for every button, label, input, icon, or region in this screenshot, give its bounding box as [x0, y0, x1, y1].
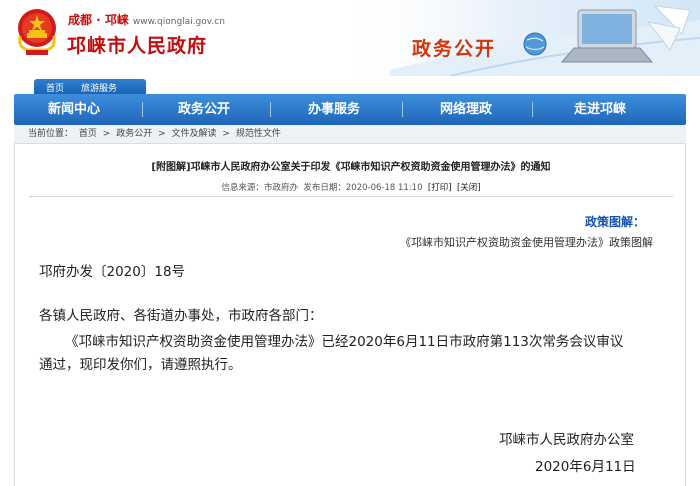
nav-about-qionglai[interactable]: 走进邛崃	[536, 94, 664, 125]
article-meta: 信息来源：市政府办 发布日期：2020-06-18 11:10 [打印] [关闭…	[15, 181, 687, 193]
body-paragraph-line-2: 通过，现印发你们，请遵照执行。	[39, 357, 242, 373]
sub-tab-bar: 首页 旅游服务	[0, 76, 700, 94]
nav-news-center[interactable]: 新闻中心	[14, 94, 134, 125]
subtab-home[interactable]: 首页	[46, 81, 64, 94]
nav-divider	[142, 102, 143, 117]
signature-org: 邛崃市人民政府办公室	[499, 432, 634, 448]
banner-title: 政务公开	[412, 38, 497, 60]
national-emblem-icon	[18, 9, 56, 55]
article-content: [附图解]邛崃市人民政府办公室关于印发《邛崃市知识产权资助资金使用管理办法》的通…	[14, 144, 686, 486]
nav-divider	[532, 102, 533, 117]
subtab-tourism[interactable]: 旅游服务	[81, 81, 117, 94]
recipients: 各镇人民政府、各街道办事处，市政府各部门：	[39, 308, 323, 324]
breadcrumb-separator: >	[158, 129, 166, 139]
breadcrumb-documents[interactable]: 文件及解读	[172, 129, 217, 139]
nav-online-governance[interactable]: 网络理政	[404, 94, 528, 125]
policy-graphic-link[interactable]: 《邛崃市知识产权资助资金使用管理办法》政策图解	[400, 234, 653, 250]
nav-divider	[402, 102, 403, 117]
divider	[29, 196, 673, 197]
document-number: 邛府办发〔2020〕18号	[39, 264, 186, 280]
print-link[interactable]: [打印]	[428, 183, 452, 193]
nav-divider	[270, 102, 271, 117]
body-paragraph-line-1: 《邛崃市知识产权资助资金使用管理办法》已经2020年6月11日市政府第113次常…	[65, 334, 624, 350]
nav-government-affairs[interactable]: 政务公开	[144, 94, 264, 125]
breadcrumb: 当前位置： 首页 > 政务公开 > 文件及解读 > 规范性文件	[14, 125, 686, 144]
banner-decoration	[330, 0, 700, 76]
site-title[interactable]: 邛崃市人民政府	[67, 31, 207, 58]
date-label: 发布日期：	[303, 183, 346, 193]
source-value: 市政府办	[263, 183, 298, 193]
publish-date: 2020-06-18 11:10	[345, 183, 423, 193]
site-header: 成都 · 邛崃 www.qionglai.gov.cn 邛崃市人民政府 政务公开	[0, 0, 700, 76]
breadcrumb-separator: >	[222, 129, 230, 139]
main-nav: 新闻中心 政务公开 办事服务 网络理政 走进邛崃	[14, 94, 686, 125]
site-url: www.qionglai.gov.cn	[132, 17, 225, 27]
breadcrumb-normative-files[interactable]: 规范性文件	[236, 129, 281, 139]
breadcrumb-government-affairs[interactable]: 政务公开	[116, 129, 152, 139]
nav-services[interactable]: 办事服务	[272, 94, 396, 125]
breadcrumb-separator: >	[102, 129, 111, 139]
policy-graphic-label: 政策图解：	[584, 215, 645, 229]
close-link[interactable]: [关闭]	[457, 183, 481, 193]
source-label: 信息来源：	[221, 183, 264, 193]
signature-date: 2020年6月11日	[535, 459, 636, 475]
article-title: [附图解]邛崃市人民政府办公室关于印发《邛崃市知识产权资助资金使用管理办法》的通…	[151, 162, 551, 173]
city-label: 成都 · 邛崃 www.qionglai.gov.cn	[68, 13, 225, 27]
breadcrumb-label: 当前位置：	[28, 129, 74, 139]
breadcrumb-home[interactable]: 首页	[79, 129, 97, 139]
